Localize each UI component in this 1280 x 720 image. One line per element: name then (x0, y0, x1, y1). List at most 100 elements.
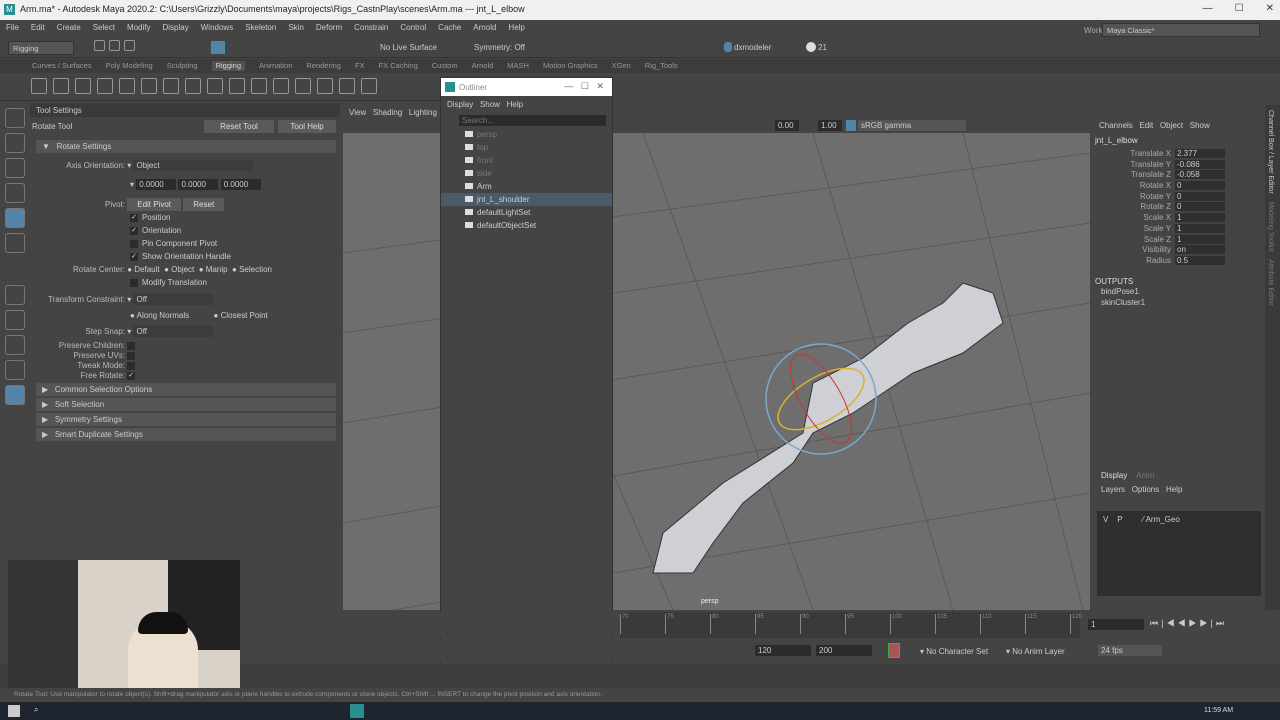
outliner-layout-icon[interactable] (5, 385, 25, 405)
character-set-select[interactable]: ▾ No Character Set (920, 647, 988, 656)
shelf-tab[interactable]: Poly Modeling (106, 61, 153, 71)
move-tool-icon[interactable] (5, 183, 25, 203)
outliner-search[interactable]: Search... (459, 115, 606, 126)
tool-help-button[interactable]: Tool Help (278, 120, 336, 133)
menu-select[interactable]: Select (93, 23, 115, 35)
channel-name[interactable]: Rotate Y (1093, 192, 1175, 201)
shelf-tab[interactable]: Custom (432, 61, 458, 71)
menu-lighting[interactable]: Lighting (409, 108, 437, 117)
section-common-selection[interactable]: ▶ Common Selection Options (36, 383, 336, 396)
outliner-item[interactable]: persp (441, 128, 612, 141)
workspace-select[interactable]: Maya Classic* (1102, 23, 1260, 37)
menu-control[interactable]: Control (400, 23, 426, 35)
cb-menu-object[interactable]: Object (1160, 121, 1183, 130)
tab-attribute-editor[interactable]: Attribute Editor (1267, 259, 1274, 305)
cb-menu-show[interactable]: Show (1190, 121, 1210, 130)
reset-tool-button[interactable]: Reset Tool (204, 120, 274, 133)
tab-modeling-toolkit[interactable]: Modeling Toolkit (1267, 201, 1274, 251)
fps-select[interactable]: 24 fps (1098, 645, 1162, 656)
channel-row[interactable]: Visibility on (1093, 245, 1265, 256)
aim-icon[interactable] (273, 78, 289, 94)
outliner-item[interactable]: Arm (441, 180, 612, 193)
le-menu-layers[interactable]: Layers (1101, 485, 1125, 494)
preserve-uvs-checkbox[interactable] (127, 351, 136, 360)
channel-row[interactable]: Scale Z1 (1093, 234, 1265, 246)
menu-help[interactable]: Help (508, 23, 524, 35)
menuset-select[interactable]: Rigging (8, 41, 74, 55)
channel-name[interactable]: Scale Z (1093, 235, 1175, 244)
humanik-icon[interactable] (141, 78, 157, 94)
position-checkbox[interactable]: ✓ (130, 213, 138, 222)
free-rotate-checkbox[interactable]: ✓ (127, 371, 136, 380)
axis-y-field[interactable]: 0.0000 (178, 179, 219, 190)
radio-manip[interactable]: Manip (206, 265, 228, 274)
paint-weights-icon[interactable] (185, 78, 201, 94)
channel-row[interactable]: Rotate Z0 (1093, 202, 1265, 213)
select-hierarchy-icon[interactable] (211, 41, 225, 54)
ik-spline-icon[interactable] (75, 78, 91, 94)
edit-pivot-button[interactable]: Edit Pivot (127, 198, 182, 211)
outliner-menu-show[interactable]: Show (480, 100, 500, 109)
shelf-tab[interactable]: Curves / Surfaces (32, 61, 92, 71)
channel-name[interactable]: Scale X (1093, 213, 1175, 222)
tab-anim[interactable]: Anim (1136, 471, 1154, 480)
mirror-joint-icon[interactable] (97, 78, 113, 94)
orient-icon[interactable] (295, 78, 311, 94)
preserve-children-checkbox[interactable] (127, 341, 136, 350)
outliner-menu-help[interactable]: Help (507, 100, 523, 109)
color-space-select[interactable]: sRGB gamma (858, 120, 966, 131)
menu-create[interactable]: Create (57, 23, 81, 35)
pole-vector-icon[interactable] (339, 78, 355, 94)
outliner-item[interactable]: defaultObjectSet (441, 219, 612, 232)
cb-menu-channels[interactable]: Channels (1099, 121, 1133, 130)
orientation-checkbox[interactable]: ✓ (130, 226, 138, 235)
radio-object[interactable]: Object (171, 265, 194, 274)
menu-shading[interactable]: Shading (373, 108, 402, 117)
menu-edit[interactable]: Edit (31, 23, 45, 35)
channel-row[interactable]: Radius 0.5 (1093, 255, 1265, 267)
anim-end-field[interactable]: 200 (816, 645, 872, 656)
radio-closest-point[interactable]: Closest Point (221, 311, 268, 320)
step-snap-select[interactable]: Off (133, 326, 214, 337)
rotate-settings-section[interactable]: ▼ Rotate Settings (36, 140, 336, 153)
ik-handle-icon[interactable] (53, 78, 69, 94)
shelf-tab[interactable]: FX (355, 61, 365, 71)
paint-select-icon[interactable] (5, 158, 25, 178)
axis-x-field[interactable]: 0.0000 (136, 179, 177, 190)
channel-row[interactable]: Translate Y -0.086 (1093, 159, 1265, 171)
exposure-field[interactable]: 0.00 (775, 120, 799, 131)
reset-pivot-button[interactable]: Reset (183, 198, 225, 211)
le-menu-options[interactable]: Options (1132, 485, 1160, 494)
rotate-tool-icon[interactable] (5, 208, 25, 228)
menu-skin[interactable]: Skin (288, 23, 304, 35)
menu-constrain[interactable]: Constrain (354, 23, 388, 35)
radio-default[interactable]: Default (134, 265, 159, 274)
layer-row[interactable]: V P ⁄ Arm_Geo (1103, 515, 1255, 524)
channel-value[interactable]: 1 (1175, 234, 1225, 244)
outliner-item[interactable]: top (441, 141, 612, 154)
quick-rig-icon[interactable] (119, 78, 135, 94)
range-end-field[interactable]: 120 (755, 645, 811, 656)
menu-windows[interactable]: Windows (201, 23, 233, 35)
modify-translation-checkbox[interactable] (130, 278, 138, 287)
channel-value[interactable]: 0.5 (1175, 255, 1225, 265)
bind-skin-icon[interactable] (163, 78, 179, 94)
outliner-item[interactable]: front (441, 154, 612, 167)
menu-view[interactable]: View (349, 108, 366, 117)
tab-display[interactable]: Display (1101, 471, 1127, 480)
user-account[interactable]: dxmodeler (734, 43, 771, 52)
channel-value[interactable]: 0 (1175, 181, 1225, 191)
lasso-tool-icon[interactable] (5, 133, 25, 153)
shelf-tab[interactable]: Arnold (472, 61, 494, 71)
channel-value[interactable]: 1 (1175, 213, 1225, 223)
last-tool-icon[interactable] (5, 285, 25, 305)
maya-taskbar-icon[interactable] (350, 704, 364, 718)
anim-layer-select[interactable]: ▾ No Anim Layer (1006, 647, 1065, 656)
menu-skeleton[interactable]: Skeleton (245, 23, 276, 35)
minimize-button[interactable]: — (1203, 3, 1213, 14)
windows-start-icon[interactable] (8, 705, 20, 717)
outliner-item[interactable]: defaultLightSet (441, 206, 612, 219)
shelf-tab[interactable]: Rigging (211, 61, 246, 71)
tweak-mode-checkbox[interactable] (127, 361, 136, 370)
live-surface[interactable]: No Live Surface (380, 43, 437, 52)
